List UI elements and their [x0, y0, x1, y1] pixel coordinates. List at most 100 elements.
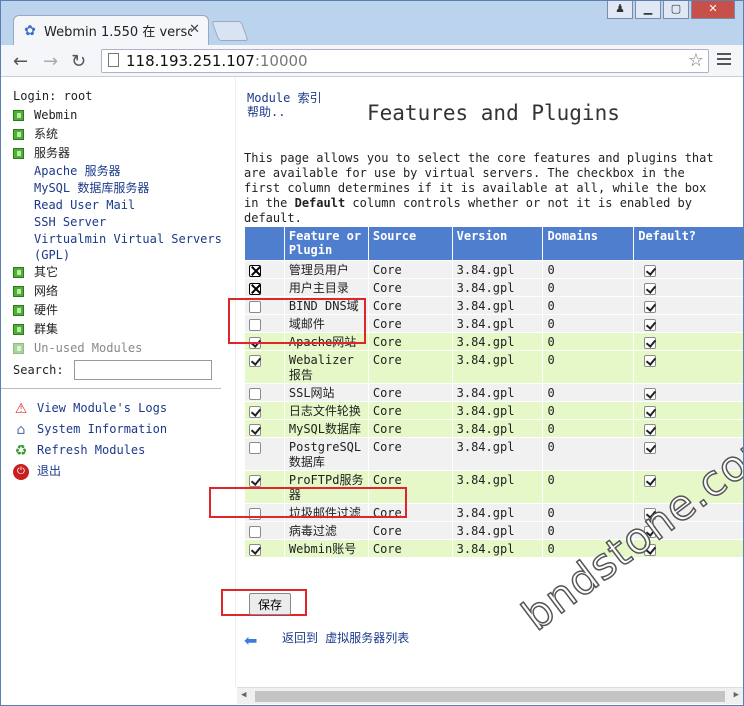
browser-tab[interactable]: ✿ Webmin 1.550 在 versca ✕	[13, 15, 209, 45]
module-index-link[interactable]: Module 索引	[247, 91, 327, 105]
cell-domains: 0	[542, 437, 635, 471]
cell-version: 3.84.gpl	[451, 437, 544, 471]
back-to-servers-link[interactable]: 返回到 虚拟服务器列表	[282, 629, 409, 646]
feature-checkbox[interactable]	[249, 283, 261, 295]
back-arrow-icon[interactable]: ←	[13, 51, 28, 72]
default-checkbox[interactable]	[644, 442, 657, 454]
system-information-link[interactable]: ⌂ System Information	[13, 419, 223, 440]
feature-checkbox[interactable]	[249, 526, 261, 538]
server-modules: Apache 服务器 MySQL 数据库服务器 Read User Mail S…	[13, 163, 223, 263]
help-link[interactable]: 帮助..	[247, 105, 327, 119]
window-controls: ♟ ▁ ▢ ✕	[607, 1, 735, 19]
address-bar[interactable]: 118.193.251.107:10000 ☆	[101, 49, 709, 73]
enabled-cell	[244, 521, 285, 540]
webmin-favicon-icon: ✿	[24, 22, 36, 39]
category-others[interactable]: 其它	[13, 263, 223, 282]
default-checkbox[interactable]	[644, 424, 657, 436]
cell-name: 日志文件轮换	[283, 401, 369, 420]
scroll-right-icon[interactable]: ▶	[734, 690, 739, 700]
feature-checkbox[interactable]	[249, 355, 261, 367]
cell-source: Core	[367, 332, 453, 351]
tab-close-icon[interactable]: ✕	[189, 22, 200, 37]
category-servers[interactable]: 服务器	[13, 144, 223, 163]
link-label: 退出	[37, 464, 62, 478]
category-label: Un-used Modules	[34, 341, 143, 355]
category-label: Webmin	[34, 108, 78, 122]
save-button[interactable]: 保存	[249, 593, 292, 615]
user-icon[interactable]: ♟	[607, 1, 633, 19]
close-button[interactable]: ✕	[691, 1, 735, 19]
default-cell	[633, 260, 743, 279]
module-virtualmin[interactable]: Virtualmin Virtual Servers (GPL)	[34, 231, 224, 263]
enabled-cell	[244, 401, 285, 420]
feature-checkbox[interactable]	[249, 544, 261, 556]
category-network[interactable]: 网络	[13, 282, 223, 301]
feature-checkbox[interactable]	[249, 265, 261, 277]
module-read-user-mail[interactable]: Read User Mail	[34, 197, 223, 214]
view-logs-link[interactable]: ⚠ View Module's Logs	[13, 398, 223, 419]
category-hardware[interactable]: 硬件	[13, 301, 223, 320]
url-host: 118.193.251.107	[126, 52, 255, 70]
cell-version: 3.84.gpl	[451, 539, 544, 558]
maximize-button[interactable]: ▢	[663, 1, 689, 19]
category-system[interactable]: 系统	[13, 125, 223, 144]
default-checkbox[interactable]	[644, 475, 657, 487]
category-webmin[interactable]: Webmin	[13, 106, 223, 125]
category-icon	[13, 148, 24, 159]
minimize-button[interactable]: ▁	[635, 1, 661, 19]
default-checkbox[interactable]	[644, 283, 657, 295]
scrollbar-thumb[interactable]	[255, 691, 725, 702]
default-checkbox[interactable]	[644, 388, 657, 400]
cell-name: Webalizer报告	[283, 350, 369, 384]
default-checkbox[interactable]	[644, 265, 657, 277]
category-unused[interactable]: Un-used Modules	[13, 339, 223, 358]
module-mysql[interactable]: MySQL 数据库服务器	[34, 180, 223, 197]
page-icon	[108, 53, 119, 67]
cell-version: 3.84.gpl	[451, 383, 544, 402]
feature-checkbox[interactable]	[249, 388, 261, 400]
logout-link[interactable]: ⏻ 退出	[13, 461, 223, 482]
horizontal-scrollbar[interactable]: ◀ ▶	[237, 687, 743, 704]
feature-checkbox[interactable]	[249, 424, 261, 436]
search-input[interactable]	[73, 360, 212, 380]
default-checkbox[interactable]	[644, 301, 657, 313]
default-checkbox[interactable]	[644, 337, 657, 349]
new-tab-button[interactable]	[211, 21, 249, 41]
reload-icon[interactable]: ↻	[71, 51, 86, 72]
default-checkbox[interactable]	[644, 319, 657, 331]
refresh-modules-link[interactable]: ♻ Refresh Modules	[13, 440, 223, 461]
bookmark-star-icon[interactable]: ☆	[688, 50, 704, 72]
module-ssh-server[interactable]: SSH Server	[34, 214, 223, 231]
module-apache[interactable]: Apache 服务器	[34, 163, 223, 180]
page-title: Features and Plugins	[367, 101, 620, 125]
tab-title: Webmin 1.550 在 versca	[44, 25, 192, 40]
feature-checkbox[interactable]	[249, 406, 261, 418]
default-checkbox[interactable]	[644, 355, 657, 367]
cell-source: Core	[367, 437, 453, 471]
default-checkbox[interactable]	[644, 406, 657, 418]
forward-arrow-icon[interactable]: →	[43, 51, 58, 72]
cell-version: 3.84.gpl	[451, 521, 544, 540]
enabled-cell	[244, 437, 285, 471]
back-arrow-icon[interactable]: ⬅	[244, 631, 262, 650]
cell-name: 用户主目录	[283, 278, 369, 297]
cell-domains: 0	[542, 383, 635, 402]
browser-window: ✿ Webmin 1.550 在 versca ✕ ♟ ▁ ▢ ✕ ← → ↻ …	[0, 0, 744, 706]
cell-domains: 0	[542, 350, 635, 384]
scroll-left-icon[interactable]: ◀	[241, 690, 246, 700]
feature-checkbox[interactable]	[249, 442, 261, 454]
default-cell	[633, 296, 743, 315]
table-row: MySQL数据库 Core 3.84.gpl 0	[244, 419, 743, 438]
category-icon	[13, 343, 24, 354]
cell-version: 3.84.gpl	[451, 260, 544, 279]
url-port: :10000	[254, 52, 308, 70]
cell-domains: 0	[542, 332, 635, 351]
cell-source: Core	[367, 278, 453, 297]
menu-icon[interactable]	[717, 53, 731, 68]
header-version: Version	[451, 226, 544, 261]
cell-version: 3.84.gpl	[451, 332, 544, 351]
feature-checkbox[interactable]	[249, 475, 261, 487]
cell-domains: 0	[542, 278, 635, 297]
default-cell	[633, 350, 743, 384]
category-cluster[interactable]: 群集	[13, 320, 223, 339]
